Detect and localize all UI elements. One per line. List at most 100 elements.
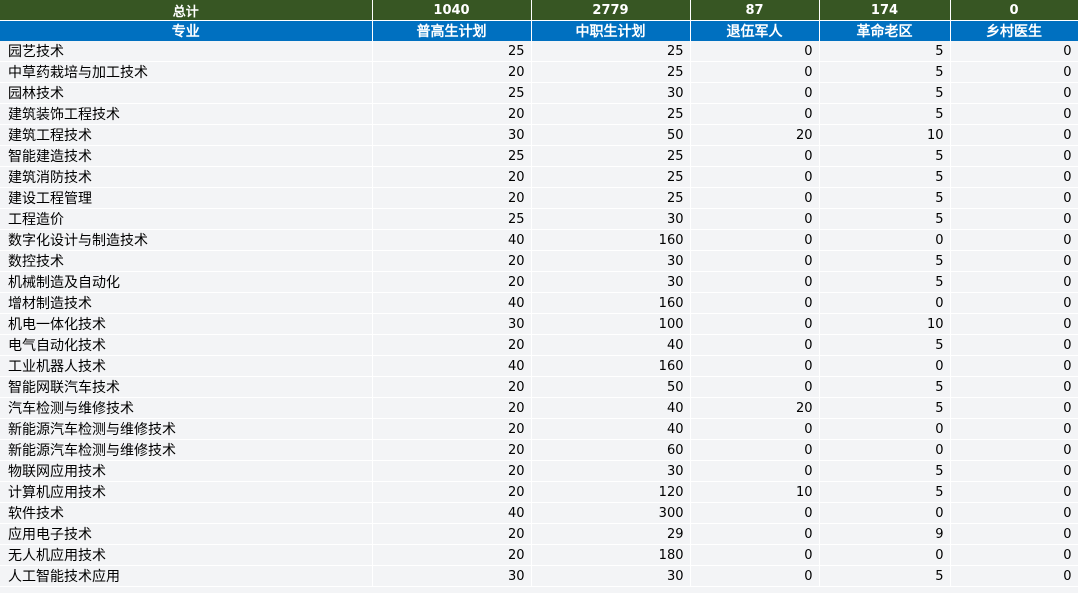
cell-revolutionary-area[interactable]: 0 bbox=[819, 439, 951, 461]
cell-rural-doctor[interactable]: 0 bbox=[950, 313, 1078, 335]
cell-general-plan[interactable]: 20 bbox=[372, 187, 532, 209]
cell-veterans[interactable]: 0 bbox=[690, 292, 820, 314]
cell-revolutionary-area[interactable]: 0 bbox=[819, 292, 951, 314]
cell-revolutionary-area[interactable]: 0 bbox=[819, 229, 951, 251]
cell-veterans[interactable]: 0 bbox=[690, 41, 820, 62]
cell-major[interactable]: 人工智能技术应用 bbox=[0, 565, 373, 587]
cell-vocational-plan[interactable]: 120 bbox=[531, 481, 691, 503]
cell-revolutionary-area[interactable]: 10 bbox=[819, 124, 951, 146]
cell-general-plan[interactable]: 20 bbox=[372, 523, 532, 545]
cell-general-plan[interactable]: 20 bbox=[372, 418, 532, 440]
cell-veterans[interactable]: 0 bbox=[690, 208, 820, 230]
cell-revolutionary-area[interactable]: 5 bbox=[819, 145, 951, 167]
total-veterans[interactable]: 87 bbox=[690, 0, 820, 21]
cell-major[interactable]: 中草药栽培与加工技术 bbox=[0, 61, 373, 83]
cell-veterans[interactable]: 0 bbox=[690, 502, 820, 524]
cell-rural-doctor[interactable]: 0 bbox=[950, 418, 1078, 440]
cell-revolutionary-area[interactable]: 5 bbox=[819, 397, 951, 419]
cell-major[interactable]: 建筑消防技术 bbox=[0, 166, 373, 188]
cell-revolutionary-area[interactable]: 5 bbox=[819, 61, 951, 83]
cell-vocational-plan[interactable]: 30 bbox=[531, 460, 691, 482]
cell-general-plan[interactable]: 30 bbox=[372, 313, 532, 335]
header-revolutionary-area[interactable]: 革命老区 bbox=[819, 20, 951, 41]
header-major[interactable]: 专业 bbox=[0, 20, 373, 41]
cell-veterans[interactable]: 0 bbox=[690, 61, 820, 83]
cell-veterans[interactable]: 20 bbox=[690, 397, 820, 419]
cell-veterans[interactable]: 0 bbox=[690, 460, 820, 482]
cell-major[interactable]: 计算机应用技术 bbox=[0, 481, 373, 503]
cell-major[interactable]: 智能建造技术 bbox=[0, 145, 373, 167]
cell-major[interactable]: 工业机器人技术 bbox=[0, 355, 373, 377]
cell-vocational-plan[interactable]: 160 bbox=[531, 292, 691, 314]
total-general-plan[interactable]: 1040 bbox=[372, 0, 532, 21]
cell-revolutionary-area[interactable]: 0 bbox=[819, 502, 951, 524]
header-general-plan[interactable]: 普高生计划 bbox=[372, 20, 532, 41]
cell-major[interactable]: 工程造价 bbox=[0, 208, 373, 230]
total-vocational-plan[interactable]: 2779 bbox=[531, 0, 691, 21]
cell-vocational-plan[interactable]: 40 bbox=[531, 418, 691, 440]
cell-general-plan[interactable]: 25 bbox=[372, 208, 532, 230]
total-rural-doctor[interactable]: 0 bbox=[950, 0, 1078, 21]
cell-revolutionary-area[interactable]: 5 bbox=[819, 250, 951, 272]
cell-general-plan[interactable]: 20 bbox=[372, 439, 532, 461]
cell-general-plan[interactable]: 20 bbox=[372, 544, 532, 566]
cell-major[interactable]: 无人机应用技术 bbox=[0, 544, 373, 566]
cell-vocational-plan[interactable]: 29 bbox=[531, 523, 691, 545]
cell-veterans[interactable]: 20 bbox=[690, 124, 820, 146]
cell-vocational-plan[interactable]: 30 bbox=[531, 271, 691, 293]
cell-general-plan[interactable]: 20 bbox=[372, 61, 532, 83]
cell-rural-doctor[interactable]: 0 bbox=[950, 544, 1078, 566]
cell-vocational-plan[interactable]: 160 bbox=[531, 229, 691, 251]
cell-rural-doctor[interactable]: 0 bbox=[950, 166, 1078, 188]
cell-rural-doctor[interactable]: 0 bbox=[950, 292, 1078, 314]
cell-vocational-plan[interactable]: 25 bbox=[531, 103, 691, 125]
cell-major[interactable]: 建筑工程技术 bbox=[0, 124, 373, 146]
cell-vocational-plan[interactable]: 50 bbox=[531, 376, 691, 398]
cell-vocational-plan[interactable]: 40 bbox=[531, 397, 691, 419]
cell-major[interactable]: 新能源汽车检测与维修技术 bbox=[0, 439, 373, 461]
cell-rural-doctor[interactable]: 0 bbox=[950, 481, 1078, 503]
totals-label[interactable]: 总计 bbox=[0, 0, 373, 21]
cell-revolutionary-area[interactable]: 5 bbox=[819, 334, 951, 356]
cell-rural-doctor[interactable]: 0 bbox=[950, 41, 1078, 62]
cell-major[interactable]: 智能网联汽车技术 bbox=[0, 376, 373, 398]
cell-rural-doctor[interactable]: 0 bbox=[950, 145, 1078, 167]
cell-vocational-plan[interactable]: 180 bbox=[531, 544, 691, 566]
cell-rural-doctor[interactable]: 0 bbox=[950, 376, 1078, 398]
cell-vocational-plan[interactable]: 30 bbox=[531, 565, 691, 587]
cell-revolutionary-area[interactable]: 0 bbox=[819, 418, 951, 440]
total-revolutionary-area[interactable]: 174 bbox=[819, 0, 951, 21]
cell-veterans[interactable]: 0 bbox=[690, 103, 820, 125]
cell-rural-doctor[interactable]: 0 bbox=[950, 565, 1078, 587]
cell-vocational-plan[interactable]: 100 bbox=[531, 313, 691, 335]
cell-vocational-plan[interactable]: 25 bbox=[531, 145, 691, 167]
cell-rural-doctor[interactable]: 0 bbox=[950, 187, 1078, 209]
cell-veterans[interactable]: 0 bbox=[690, 376, 820, 398]
cell-revolutionary-area[interactable]: 5 bbox=[819, 82, 951, 104]
cell-general-plan[interactable]: 25 bbox=[372, 41, 532, 62]
cell-veterans[interactable]: 0 bbox=[690, 334, 820, 356]
header-veterans[interactable]: 退伍军人 bbox=[690, 20, 820, 41]
cell-general-plan[interactable]: 40 bbox=[372, 229, 532, 251]
cell-rural-doctor[interactable]: 0 bbox=[950, 439, 1078, 461]
cell-vocational-plan[interactable]: 300 bbox=[531, 502, 691, 524]
cell-vocational-plan[interactable]: 30 bbox=[531, 208, 691, 230]
cell-vocational-plan[interactable]: 40 bbox=[531, 334, 691, 356]
cell-rural-doctor[interactable]: 0 bbox=[950, 103, 1078, 125]
cell-rural-doctor[interactable]: 0 bbox=[950, 124, 1078, 146]
cell-major[interactable]: 机械制造及自动化 bbox=[0, 271, 373, 293]
cell-general-plan[interactable]: 20 bbox=[372, 481, 532, 503]
cell-veterans[interactable]: 0 bbox=[690, 187, 820, 209]
cell-vocational-plan[interactable]: 160 bbox=[531, 355, 691, 377]
cell-rural-doctor[interactable]: 0 bbox=[950, 502, 1078, 524]
cell-general-plan[interactable]: 20 bbox=[372, 166, 532, 188]
cell-major[interactable]: 建筑装饰工程技术 bbox=[0, 103, 373, 125]
cell-general-plan[interactable]: 20 bbox=[372, 250, 532, 272]
cell-general-plan[interactable]: 30 bbox=[372, 565, 532, 587]
cell-veterans[interactable]: 0 bbox=[690, 82, 820, 104]
cell-major[interactable]: 汽车检测与维修技术 bbox=[0, 397, 373, 419]
cell-veterans[interactable]: 0 bbox=[690, 271, 820, 293]
cell-general-plan[interactable]: 20 bbox=[372, 271, 532, 293]
cell-vocational-plan[interactable]: 50 bbox=[531, 124, 691, 146]
cell-rural-doctor[interactable]: 0 bbox=[950, 460, 1078, 482]
